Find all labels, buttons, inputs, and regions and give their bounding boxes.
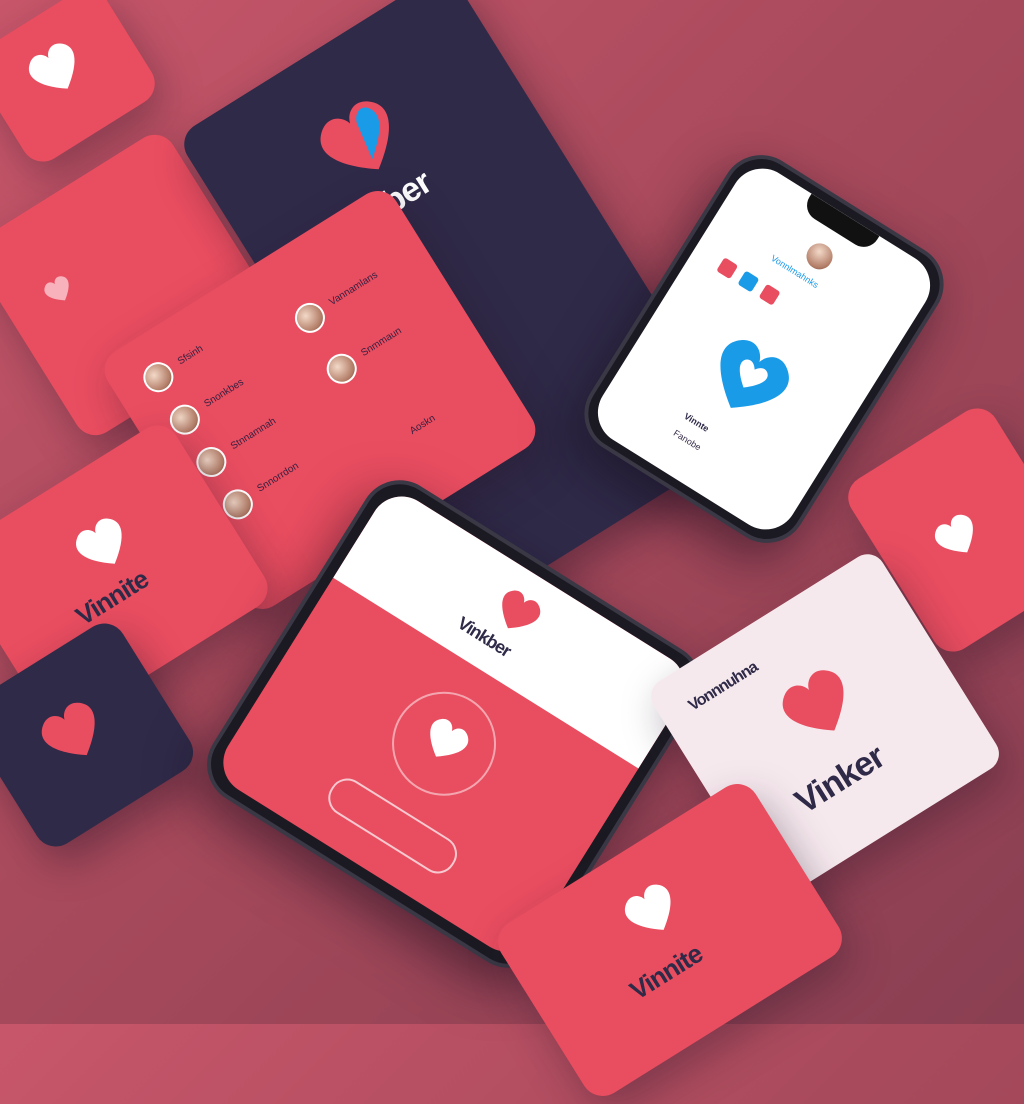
tag-blue xyxy=(737,270,760,293)
list-item[interactable] xyxy=(321,348,363,390)
heart-icon xyxy=(17,32,97,110)
app-wordmark: Vinnite xyxy=(70,563,154,632)
heart-icon xyxy=(613,873,693,951)
heart-icon xyxy=(411,709,478,775)
heart-button[interactable] xyxy=(372,672,516,816)
heart-icon xyxy=(925,505,992,571)
avatar xyxy=(137,356,180,398)
heart-icon xyxy=(28,689,121,780)
avatar xyxy=(321,348,363,390)
list-item-label: Vannamlans xyxy=(327,269,380,308)
list-item-label: Stnnamnah xyxy=(228,415,279,453)
tag-red xyxy=(716,257,739,280)
tag-red xyxy=(758,283,781,306)
phone-wordmark: Vinnte xyxy=(682,410,711,434)
card-header-wordmark: Vonnnuhna xyxy=(685,658,761,715)
list-item[interactable] xyxy=(137,356,180,398)
app-wordmark: Vinnite xyxy=(624,938,708,1006)
list-item[interactable] xyxy=(289,297,331,339)
heart-icon xyxy=(766,655,873,759)
sub-text: Fanobe xyxy=(671,427,703,453)
list-item-label: Snnorrdon xyxy=(255,460,301,495)
list-item-label: Snmmaun xyxy=(359,325,404,359)
heart-icon xyxy=(38,270,83,315)
list-item-label: Aoskn xyxy=(407,412,438,437)
list-item-label: Sfsinh xyxy=(175,343,206,368)
avatar xyxy=(289,297,331,339)
avatar xyxy=(798,235,841,278)
list-item-label: Snonkbes xyxy=(202,376,246,410)
